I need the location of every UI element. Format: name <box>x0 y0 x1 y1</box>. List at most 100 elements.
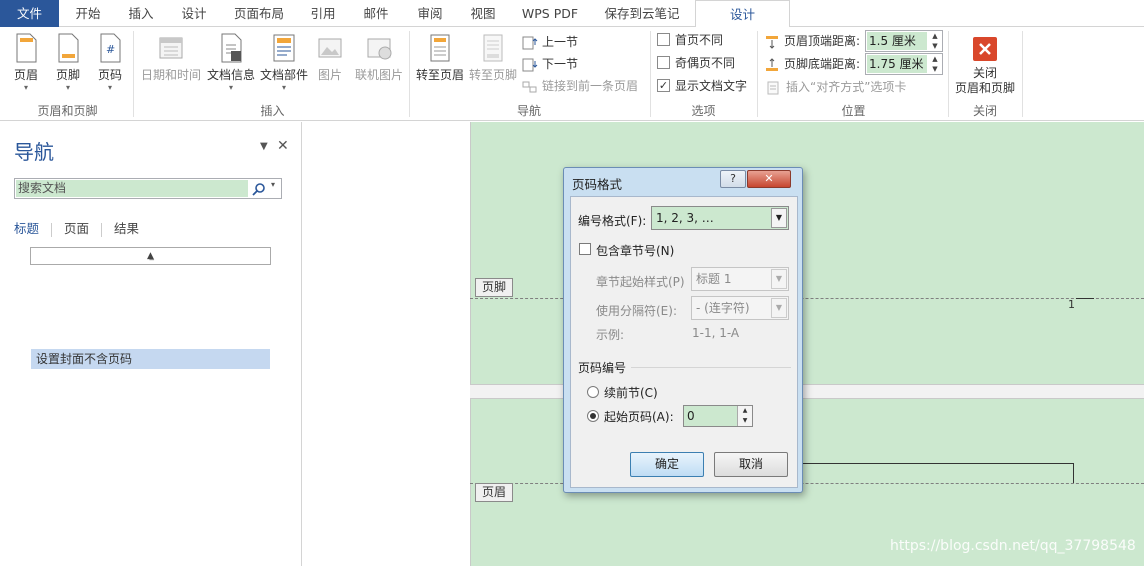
footer-bottom-distance-input[interactable]: 1.75 厘米 ▲ ▼ <box>865 53 943 75</box>
page-number-icon: # <box>100 33 121 63</box>
spin-down-icon[interactable]: ▼ <box>928 64 942 74</box>
nav-pane-title: 导航 <box>14 140 54 164</box>
spin-up-icon[interactable]: ▲ <box>928 54 942 64</box>
tab-headings[interactable]: 标题 <box>14 221 39 236</box>
tab-results[interactable]: 结果 <box>114 221 139 236</box>
tab-review[interactable]: 审阅 <box>404 0 456 27</box>
tab-wps-pdf[interactable]: WPS PDF <box>510 0 590 27</box>
different-odd-even-checkbox[interactable]: 奇偶页不同 <box>657 53 735 73</box>
watermark-text: https://blog.csdn.net/qq_37798548 <box>890 538 1136 554</box>
collapse-up-icon: ▲̲ <box>147 251 154 261</box>
date-time-button[interactable]: 日期和时间 <box>140 33 202 83</box>
spin-up-icon[interactable]: ▲ <box>928 31 942 41</box>
dropdown-caret-icon: ▾ <box>228 83 233 92</box>
group-separator <box>409 31 410 117</box>
page-number-format-dialog: 页码格式 ? ✕ 编号格式(F): 1, 2, 3, … ▼ 包含章节号(N) … <box>563 167 803 493</box>
doc-info-icon <box>221 33 242 63</box>
close-icon[interactable]: ✕ <box>277 138 289 154</box>
tab-view[interactable]: 视图 <box>458 0 508 27</box>
chevron-down-icon[interactable]: ▾ <box>271 180 275 189</box>
header-top-distance-input[interactable]: 1.5 厘米 ▲ ▼ <box>865 30 943 52</box>
tab-mailings[interactable]: 邮件 <box>350 0 402 27</box>
dropdown-arrow-icon: ▼ <box>771 298 787 318</box>
dropdown-caret-icon: ▾ <box>281 83 286 92</box>
continue-prev-radio[interactable] <box>587 386 599 398</box>
prev-section-icon <box>522 36 538 49</box>
header-button[interactable]: 页眉 ▾ <box>8 33 44 93</box>
header-top-distance-label: 页眉顶端距离: <box>764 31 860 51</box>
different-first-page-checkbox[interactable]: 首页不同 <box>657 30 723 50</box>
footer-button[interactable]: 页脚 ▾ <box>50 33 86 93</box>
link-icon <box>522 81 537 92</box>
number-format-select[interactable]: 1, 2, 3, … ▼ <box>651 206 789 230</box>
tab-file[interactable]: 文件 <box>0 0 59 27</box>
collapse-headings-button[interactable]: ▲̲ <box>30 247 271 265</box>
tab-divider <box>51 222 53 237</box>
page-number-field[interactable]: 1 <box>1068 298 1075 311</box>
close-red-x-icon <box>973 37 997 61</box>
navigation-pane: 导航 ▼ ✕ 搜索文档 ▾ 标题 页面 结果 ▲̲ 设置封面不含页码 <box>0 122 302 566</box>
close-header-footer-button[interactable]: 关闭 页眉和页脚 <box>952 33 1018 96</box>
alignment-tab-icon <box>767 81 779 94</box>
goto-footer-button[interactable]: 转至页脚 <box>467 33 519 83</box>
group-label-close: 关闭 <box>972 104 997 118</box>
nav-search-box[interactable]: 搜索文档 ▾ <box>14 178 282 199</box>
tab-design[interactable]: 设计 <box>168 0 220 27</box>
separator-select[interactable]: - (连字符) ▼ <box>691 296 789 320</box>
ok-button[interactable]: 确定 <box>630 452 704 477</box>
nav-options-dropdown-icon[interactable]: ▼ <box>260 141 268 152</box>
prev-section-button[interactable]: 上一节 <box>522 32 578 52</box>
next-section-button[interactable]: 下一节 <box>522 54 578 74</box>
tab-pages[interactable]: 页面 <box>64 221 89 236</box>
dropdown-caret-icon: ▾ <box>107 83 112 92</box>
dropdown-caret-icon: ▾ <box>65 83 70 92</box>
tab-references[interactable]: 引用 <box>298 0 348 27</box>
picture-button[interactable]: 图片 <box>312 33 348 83</box>
start-at-input[interactable]: 0 ▲ ▼ <box>683 405 753 427</box>
nav-heading-item[interactable]: 设置封面不含页码 <box>31 349 270 369</box>
group-separator <box>650 31 651 117</box>
header-distance-icon <box>766 35 778 49</box>
doc-info-button[interactable]: 文档信息 ▾ <box>205 33 257 93</box>
group-separator <box>757 31 758 117</box>
page-number-button[interactable]: # 页码 ▾ <box>92 33 128 93</box>
group-label-position: 位置 <box>841 104 866 118</box>
search-icon[interactable] <box>252 182 266 196</box>
search-input[interactable]: 搜索文档 <box>16 180 248 197</box>
tab-cloud-note[interactable]: 保存到云笔记 <box>592 0 692 27</box>
chapter-start-select[interactable]: 标题 1 ▼ <box>691 267 789 291</box>
spin-up-icon[interactable]: ▲ <box>737 406 752 416</box>
tab-layout[interactable]: 页面布局 <box>222 0 296 27</box>
cancel-button[interactable]: 取消 <box>714 452 788 477</box>
show-document-text-checkbox[interactable]: ✓ 显示文档文字 <box>657 76 747 96</box>
header-page-icon <box>16 33 37 63</box>
spin-down-icon[interactable]: ▼ <box>928 41 942 51</box>
tab-header-footer-design[interactable]: 设计 <box>695 0 790 28</box>
insert-alignment-tab-button[interactable]: 插入“对齐方式”选项卡 <box>766 77 906 97</box>
group-label-options: 选项 <box>691 104 716 118</box>
page-number-underline <box>1076 298 1094 299</box>
nav-tabs: 标题 页面 结果 <box>14 218 159 237</box>
group-separator <box>1022 31 1023 117</box>
online-picture-button[interactable]: 联机图片 <box>352 33 406 83</box>
tab-divider <box>101 222 103 237</box>
header-rule-line <box>802 463 1074 464</box>
separator-label: 使用分隔符(E): <box>596 304 677 318</box>
link-previous-button[interactable]: 链接到前一条页眉 <box>522 76 638 96</box>
tab-home[interactable]: 开始 <box>62 0 114 27</box>
doc-parts-icon <box>273 34 295 62</box>
group-label-navigation: 导航 <box>516 104 541 118</box>
include-chapter-checkbox[interactable] <box>579 243 591 255</box>
ribbon: 页眉 ▾ 页脚 ▾ # 页码 ▾ 页眉和页脚 日期和时间 文档信息 ▾ 文档部件 ▾ 图片… <box>0 27 1144 121</box>
dropdown-arrow-icon[interactable]: ▼ <box>771 208 787 228</box>
help-icon[interactable]: ? <box>720 170 746 188</box>
spin-down-icon[interactable]: ▼ <box>737 416 752 426</box>
checkbox-box <box>657 56 670 69</box>
group-label-insert: 插入 <box>260 104 285 118</box>
goto-header-button[interactable]: 转至页眉 <box>414 33 466 83</box>
close-icon[interactable]: ✕ <box>747 170 791 188</box>
start-at-radio[interactable] <box>587 410 599 422</box>
dialog-title: 页码格式 <box>572 177 623 192</box>
doc-parts-button[interactable]: 文档部件 ▾ <box>258 33 310 93</box>
tab-insert[interactable]: 插入 <box>116 0 166 27</box>
